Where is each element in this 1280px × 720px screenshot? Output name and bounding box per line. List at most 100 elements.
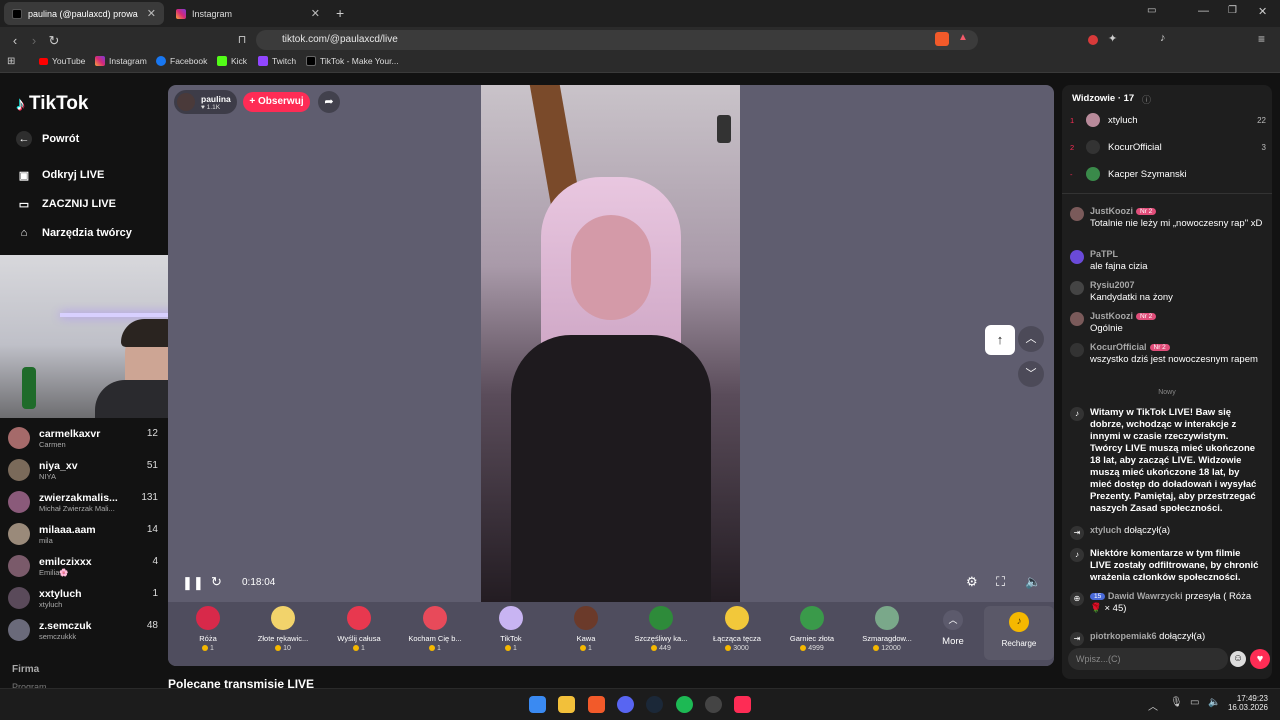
live-video[interactable] — [481, 85, 740, 602]
emoji-icon[interactable]: ☺ — [1230, 651, 1246, 667]
gift-name: Kocham Cię b... — [408, 634, 462, 643]
volume-icon[interactable]: 🔈 — [1025, 574, 1041, 590]
viewer-rank: - — [1070, 169, 1073, 179]
chat-message[interactable]: PaTPL ale fajna cizia — [1070, 249, 1266, 273]
network-icon[interactable]: ▭ — [1190, 697, 1199, 708]
live-player[interactable]: paulina ♥ 1.1K + Obserwuj ➦ ↑ ︿ ﹀ ❚❚ ↻ 0… — [168, 85, 1054, 666]
url-field[interactable]: tiktok.com/@paulaxcd/live — [256, 30, 978, 50]
bookmark-twitch[interactable]: Twitch — [258, 56, 296, 66]
maximize-icon[interactable]: ❐ — [1228, 5, 1237, 16]
gift-price-row: 1 — [321, 645, 397, 652]
close-icon[interactable]: ✕ — [311, 7, 320, 20]
nav-start-live[interactable]: ▭ ZACZNIJ LIVE — [16, 196, 116, 212]
refresh-icon[interactable]: ↻ — [211, 574, 222, 590]
following-item[interactable]: carmelkaxvr Carmen 12 — [8, 422, 168, 454]
next-stream-icon[interactable]: ﹀ — [1018, 361, 1044, 387]
close-icon[interactable]: ✕ — [147, 7, 156, 20]
chat-message[interactable]: Rysiu2007 Kandydatki na żony — [1070, 280, 1266, 304]
gift-message[interactable]: ⊕ 15 Dawid Wawrzycki przesyła ( Róża 🌹 × … — [1070, 591, 1266, 615]
following-item[interactable]: emilczixxx Emilia🌸 4 — [8, 550, 168, 582]
apps-icon[interactable]: ⊞ — [7, 56, 15, 67]
tiktok-app-icon[interactable] — [734, 696, 751, 713]
gift-item[interactable]: Szmaragdow... 12000 — [849, 606, 925, 652]
gift-item[interactable]: Szczęśliwy ka... 449 — [623, 606, 699, 652]
clock[interactable]: 17:49:23 16.03.2026 — [1226, 694, 1268, 712]
join-icon: ⇥ — [1070, 632, 1084, 646]
share-icon[interactable]: ➦ — [318, 91, 340, 113]
window-close-icon[interactable]: ✕ — [1258, 5, 1267, 18]
bookmark-icon[interactable]: ⊓ — [234, 33, 250, 46]
gift-item[interactable]: Garniec złota 4999 — [774, 606, 850, 652]
discord-icon[interactable] — [617, 696, 634, 713]
viewer-row[interactable]: 2 KocurOfficial 3 — [1070, 137, 1266, 157]
chat-message[interactable]: JustKoozi Nr 2 Totalnie nie leży mi „nowoc… — [1070, 206, 1266, 230]
bookmark-kick[interactable]: Kick — [217, 56, 247, 66]
minimize-icon[interactable]: — — [1198, 5, 1209, 17]
tab-tiktok[interactable]: paulina (@paulaxcd) prowadzi… ✕ — [4, 2, 164, 25]
gift-item[interactable]: Kocham Cię b... 1 — [397, 606, 473, 652]
bookmark-facebook[interactable]: Facebook — [156, 56, 207, 66]
obs-icon[interactable] — [705, 696, 722, 713]
back-icon[interactable]: ‹ — [7, 33, 23, 48]
tray-chevron-icon[interactable]: ︿ — [1148, 698, 1158, 713]
like-heart-icon[interactable]: ♥ — [1250, 649, 1270, 669]
back-button[interactable]: ← Powrót — [16, 131, 79, 147]
prev-stream-icon[interactable]: ︿ — [1018, 326, 1044, 352]
following-item[interactable]: xxtyluch xtyluch 1 — [8, 582, 168, 614]
menu-icon[interactable]: ≡ — [1258, 32, 1265, 46]
info-icon[interactable]: ⓘ — [1142, 93, 1151, 106]
gift-item[interactable]: Kawa 1 — [548, 606, 624, 652]
tiktok-logo[interactable]: ♪ TikTok — [16, 93, 88, 115]
extensions-icon[interactable]: ✦ — [1108, 32, 1117, 45]
more-gifts-button[interactable]: ︿ More — [938, 610, 968, 647]
volume-tray-icon[interactable]: 🔈 — [1208, 697, 1220, 708]
footer-link-company[interactable]: Firma — [12, 664, 39, 675]
chat-user: piotrkopemiak6 — [1090, 631, 1157, 641]
gift-item[interactable]: Wyślij całusa 1 — [321, 606, 397, 652]
chat-input[interactable]: Wpisz...(C) — [1068, 648, 1228, 670]
tab-title: Instagram — [192, 8, 233, 19]
gift-item[interactable]: Łącząca tęcza 3000 — [699, 606, 775, 652]
pause-icon[interactable]: ❚❚ — [182, 575, 204, 591]
nav-creator-tools[interactable]: ⌂ Narzędzia twórcy — [16, 225, 132, 241]
steam-icon[interactable] — [646, 696, 663, 713]
recharge-button[interactable]: ♪ Recharge — [984, 606, 1054, 660]
bookmark-instagram[interactable]: Instagram — [95, 56, 147, 66]
start-icon[interactable] — [529, 696, 546, 713]
spotify-icon[interactable] — [676, 696, 693, 713]
brave-browser-icon[interactable] — [588, 696, 605, 713]
brave-shield-icon[interactable] — [935, 32, 949, 46]
new-tab-button[interactable]: + — [336, 5, 344, 21]
following-item[interactable]: niya_xv NIYA 51 — [8, 454, 168, 486]
host-info[interactable]: paulina ♥ 1.1K — [174, 90, 237, 114]
music-icon[interactable]: ♪ — [1160, 32, 1166, 44]
tab-instagram[interactable]: Instagram ✕ — [168, 2, 328, 25]
nav-discover-live[interactable]: ▣ Odkryj LIVE — [16, 167, 105, 183]
chat-message[interactable]: JustKoozi Nr 2 Ogólnie — [1070, 311, 1266, 335]
settings-icon[interactable]: ⚙ — [966, 574, 978, 590]
follow-button[interactable]: + Obserwuj — [243, 92, 310, 112]
record-icon[interactable] — [1088, 35, 1098, 45]
following-item[interactable]: zwierzakmalis... Michał Zwierzak Mali... … — [8, 486, 168, 518]
viewer-row[interactable]: - Kacper Szymanski — [1070, 164, 1266, 184]
reload-icon[interactable]: ↻ — [46, 33, 62, 49]
upload-arrow-icon[interactable]: ↑ — [985, 325, 1015, 355]
chat-message[interactable]: KocurOfficial Nr 2 wszystko dziś jest nowo… — [1070, 342, 1266, 366]
viewer-row[interactable]: 1 xtyluch 22 — [1070, 110, 1266, 130]
rainbow-gift-icon — [725, 606, 749, 630]
bottle — [22, 367, 36, 409]
file-explorer-icon[interactable] — [558, 696, 575, 713]
gift-item[interactable]: TikTok 1 — [473, 606, 549, 652]
brave-rewards-icon[interactable]: ▲ — [958, 32, 968, 43]
following-item[interactable]: milaaa.aam mila 14 — [8, 518, 168, 550]
gift-item[interactable]: Złote rękawic... 10 — [245, 606, 321, 652]
gift-item[interactable]: Róża 1 — [170, 606, 246, 652]
forward-icon[interactable]: › — [26, 33, 42, 48]
microphone-icon[interactable]: 🎙 — [1170, 697, 1183, 708]
following-item[interactable]: z.semczuk semczukkk 48 — [8, 614, 168, 646]
tab-search-icon[interactable]: ▭ — [1147, 5, 1156, 16]
bookmark-youtube[interactable]: YouTube — [39, 56, 85, 66]
fullscreen-icon[interactable]: ⛶ — [996, 574, 1005, 590]
gift-icon: ⊕ — [1070, 592, 1084, 606]
bookmark-tiktok[interactable]: TikTok - Make Your... — [306, 56, 399, 66]
